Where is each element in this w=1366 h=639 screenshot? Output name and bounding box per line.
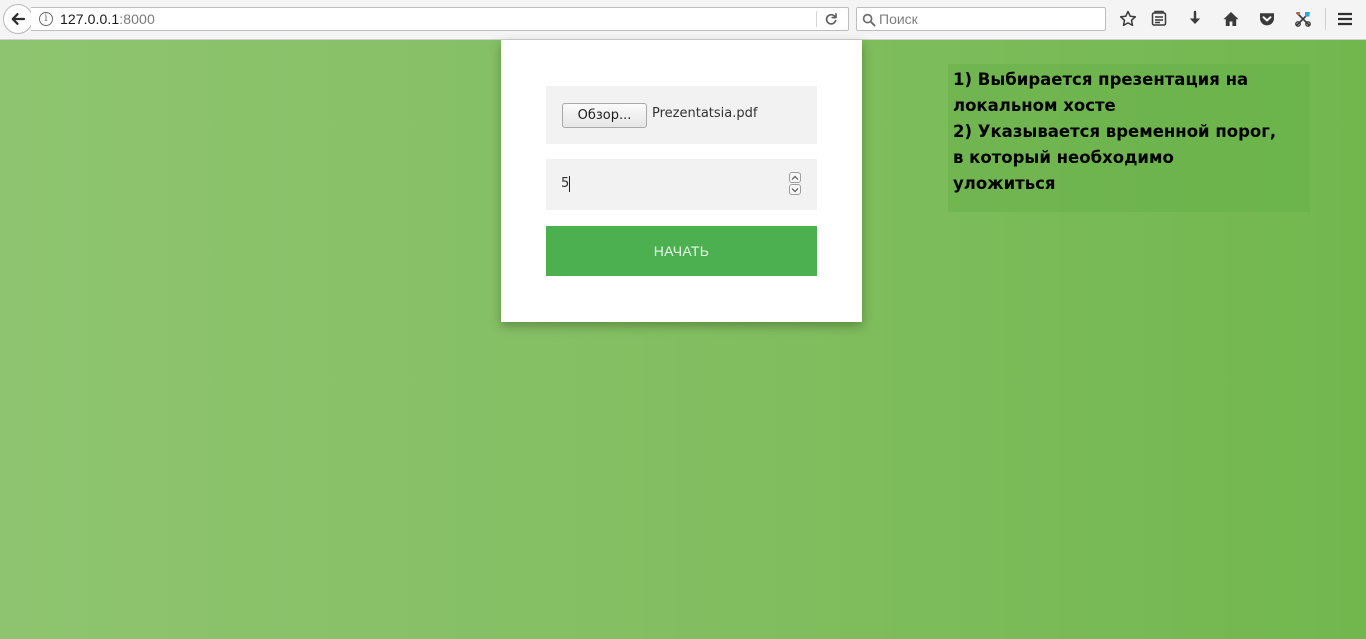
page-background: Обзор... Prezentatsia.pdf 5 НАЧАТЬ 1) Вы… <box>0 40 1366 639</box>
extension-icon <box>1295 12 1311 27</box>
note-line: уложиться <box>953 174 1056 193</box>
url-port: :8000 <box>119 11 155 27</box>
address-bar[interactable]: i 127.0.0.1:8000 <box>31 7 849 31</box>
url-separator <box>816 11 817 27</box>
chevron-up-icon <box>791 175 799 180</box>
back-button[interactable] <box>3 4 33 34</box>
note-line: 2) Указывается временной порог, <box>953 122 1277 141</box>
spin-up-button[interactable] <box>789 172 801 183</box>
download-icon <box>1189 10 1201 24</box>
back-arrow-icon <box>11 13 26 25</box>
browse-button[interactable]: Обзор... <box>562 103 647 128</box>
url-text[interactable]: 127.0.0.1:8000 <box>60 11 155 27</box>
info-icon[interactable]: i <box>39 12 53 26</box>
reading-list-button[interactable] <box>1149 9 1169 29</box>
reload-button[interactable] <box>821 10 841 28</box>
text-caret <box>569 176 570 192</box>
browser-toolbar: i 127.0.0.1:8000 <box>0 0 1366 40</box>
time-limit-input[interactable]: 5 <box>546 159 817 210</box>
menu-button[interactable] <box>1335 9 1355 29</box>
note-line: в который необходимо <box>953 148 1174 167</box>
chevron-down-icon <box>791 187 799 192</box>
home-icon <box>1223 12 1239 26</box>
instructions-note: 1) Выбирается презентация на локальном х… <box>948 64 1310 212</box>
reading-list-icon <box>1151 10 1167 26</box>
download-button[interactable] <box>1185 9 1205 29</box>
number-spinner <box>789 172 801 196</box>
upload-form-card: Обзор... Prezentatsia.pdf 5 НАЧАТЬ <box>501 40 862 322</box>
url-host: 127.0.0.1 <box>60 11 120 27</box>
note-line: 1) Выбирается презентация на <box>953 70 1249 89</box>
search-bar[interactable] <box>856 7 1106 31</box>
extension-button[interactable] <box>1293 9 1313 29</box>
start-button[interactable]: НАЧАТЬ <box>546 226 817 276</box>
pocket-button[interactable] <box>1257 9 1277 29</box>
bookmark-star-button[interactable] <box>1118 9 1138 29</box>
file-input-field[interactable]: Обзор... Prezentatsia.pdf <box>546 86 817 144</box>
search-icon <box>862 12 876 27</box>
selected-file-name: Prezentatsia.pdf <box>652 106 758 121</box>
bookmark-star-icon <box>1119 10 1137 27</box>
hamburger-menu-icon <box>1338 12 1352 26</box>
reload-icon <box>825 13 837 25</box>
home-button[interactable] <box>1221 9 1241 29</box>
toolbar-divider <box>1325 8 1326 30</box>
note-line: локальном хосте <box>953 96 1116 115</box>
spin-down-button[interactable] <box>789 184 801 195</box>
pocket-icon <box>1260 13 1274 26</box>
search-input[interactable] <box>879 9 1099 29</box>
